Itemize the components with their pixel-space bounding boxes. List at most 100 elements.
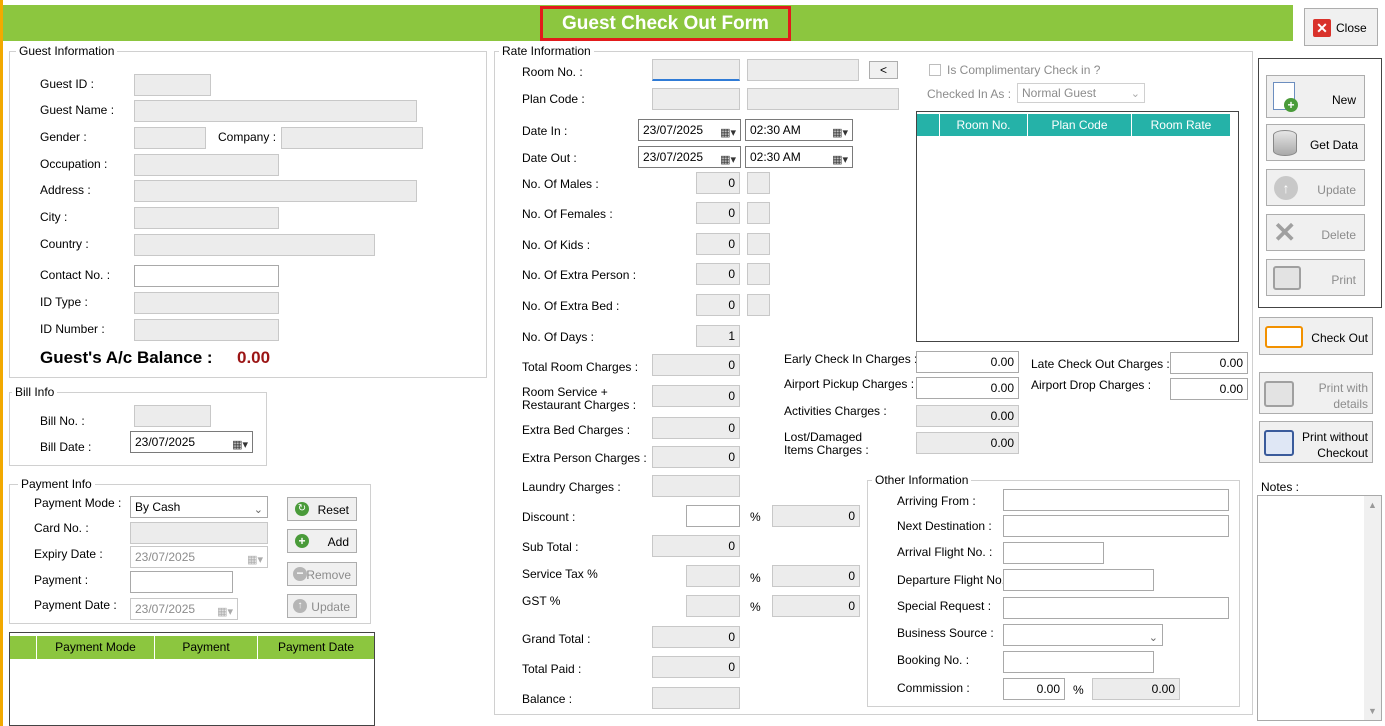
remove-payment-button[interactable]: − Remove — [287, 562, 357, 586]
guest-name-field[interactable] — [134, 100, 417, 122]
notes-scrollbar[interactable]: ▲ ▼ — [1364, 496, 1381, 720]
calendar-dropdown-icon[interactable]: ▦▾ — [832, 150, 848, 170]
expiry-date-picker[interactable]: 23/07/2025 ▦▾ — [130, 546, 268, 568]
address-field[interactable] — [134, 180, 417, 202]
arrival-flight-field[interactable] — [1003, 542, 1104, 564]
late-checkout-field[interactable]: 0.00 — [1170, 352, 1248, 374]
special-request-field[interactable] — [1003, 597, 1229, 619]
service-tax-percent-field[interactable] — [686, 565, 740, 587]
airport-pickup-field[interactable]: 0.00 — [916, 377, 1019, 399]
room-service-field[interactable]: 0 — [652, 385, 740, 407]
lost-damaged-label-1: Lost/Damaged — [784, 430, 863, 444]
laundry-field[interactable] — [652, 475, 740, 497]
commission-percent-field[interactable]: 0.00 — [1003, 678, 1065, 700]
gst-amount-field[interactable]: 0 — [772, 595, 860, 617]
extra-person-field[interactable]: 0 — [696, 263, 740, 285]
delete-button[interactable]: ✕ Delete — [1266, 214, 1365, 251]
close-button[interactable]: ✕ Close — [1304, 8, 1378, 46]
id-type-field[interactable] — [134, 292, 279, 314]
card-no-field[interactable] — [130, 522, 268, 544]
id-number-field[interactable] — [134, 319, 279, 341]
payment-grid-col-payment[interactable]: Payment — [154, 636, 257, 659]
activities-field[interactable]: 0.00 — [916, 405, 1019, 427]
service-tax-amount-field[interactable]: 0 — [772, 565, 860, 587]
plan-code-field[interactable] — [652, 88, 740, 110]
total-paid-field[interactable]: 0 — [652, 656, 740, 678]
total-room-field[interactable]: 0 — [652, 354, 740, 376]
print-label: Print — [1331, 273, 1356, 287]
print-without-checkout-button[interactable]: Print without Checkout — [1259, 421, 1373, 463]
gender-field[interactable] — [134, 127, 206, 149]
check-out-button[interactable]: Check Out — [1259, 317, 1373, 355]
guest-id-field[interactable] — [134, 74, 211, 96]
room-grid-col-rate[interactable]: Room Rate — [1131, 114, 1230, 136]
payment-grid-col-date[interactable]: Payment Date — [257, 636, 374, 659]
get-data-button[interactable]: Get Data — [1266, 124, 1365, 161]
bill-no-field[interactable] — [134, 405, 211, 427]
room-back-button[interactable]: < — [869, 61, 898, 79]
room-no-field[interactable] — [652, 59, 740, 81]
calendar-dropdown-icon[interactable]: ▦▾ — [247, 550, 263, 570]
arriving-from-field[interactable] — [1003, 489, 1229, 511]
commission-amount-field[interactable]: 0.00 — [1092, 678, 1180, 700]
reset-button[interactable]: ↻ Reset — [287, 497, 357, 521]
airport-drop-field[interactable]: 0.00 — [1170, 378, 1248, 400]
scroll-up-icon[interactable]: ▲ — [1368, 500, 1377, 510]
city-field[interactable] — [134, 207, 279, 229]
new-button[interactable]: + New — [1266, 75, 1365, 118]
extra-bed-field[interactable]: 0 — [696, 294, 740, 316]
company-field[interactable] — [281, 127, 423, 149]
lost-damaged-field[interactable]: 0.00 — [916, 432, 1019, 454]
occupation-field[interactable] — [134, 154, 279, 176]
males-field[interactable]: 0 — [696, 172, 740, 194]
extra-bed-label: No. Of Extra Bed : — [522, 299, 620, 313]
payment-mode-select[interactable]: By Cash ⌄ — [130, 496, 268, 518]
date-in-picker[interactable]: 23/07/2025 ▦▾ — [638, 119, 741, 141]
plan-name-field[interactable] — [747, 88, 899, 110]
country-field[interactable] — [134, 234, 375, 256]
date-out-picker[interactable]: 23/07/2025 ▦▾ — [638, 146, 741, 168]
room-grid-col-plan[interactable]: Plan Code — [1027, 114, 1131, 136]
payment-field[interactable] — [130, 571, 233, 593]
update-button[interactable]: ↑ Update — [1266, 169, 1365, 206]
room-name-field[interactable] — [747, 59, 859, 81]
next-destination-field[interactable] — [1003, 515, 1229, 537]
time-out-picker[interactable]: 02:30 AM ▦▾ — [745, 146, 853, 168]
notes-textarea[interactable]: ▲ ▼ — [1257, 495, 1382, 721]
update-payment-button[interactable]: ↑ Update — [287, 594, 357, 618]
calendar-dropdown-icon[interactable]: ▦▾ — [832, 123, 848, 143]
extra-person-charges-field[interactable]: 0 — [652, 446, 740, 468]
time-in-picker[interactable]: 02:30 AM ▦▾ — [745, 119, 853, 141]
bill-date-picker[interactable]: 23/07/2025 ▦▾ — [130, 431, 253, 453]
gst-percent-field[interactable] — [686, 595, 740, 617]
grand-total-field[interactable]: 0 — [652, 626, 740, 648]
contact-field[interactable] — [134, 265, 279, 287]
departure-flight-field[interactable] — [1003, 569, 1154, 591]
business-source-select[interactable]: ⌄ — [1003, 624, 1163, 646]
calendar-dropdown-icon[interactable]: ▦▾ — [720, 123, 736, 143]
extra-bed-charges-field[interactable]: 0 — [652, 417, 740, 439]
early-checkin-field[interactable]: 0.00 — [916, 351, 1019, 373]
service-tax-label: Service Tax % — [522, 567, 598, 581]
calendar-dropdown-icon[interactable]: ▦▾ — [217, 602, 233, 622]
room-grid[interactable] — [916, 111, 1239, 342]
print-button[interactable]: Print — [1266, 259, 1365, 296]
room-grid-col-room[interactable]: Room No. — [939, 114, 1027, 136]
payment-grid-col-mode[interactable]: Payment Mode — [36, 636, 154, 659]
add-payment-button[interactable]: + Add — [287, 529, 357, 553]
females-field[interactable]: 0 — [696, 202, 740, 224]
calendar-dropdown-icon[interactable]: ▦▾ — [720, 150, 736, 170]
complimentary-checkbox[interactable] — [929, 64, 941, 76]
discount-percent-field[interactable] — [686, 505, 740, 527]
payment-date-picker[interactable]: 23/07/2025 ▦▾ — [130, 598, 238, 620]
print-with-details-button[interactable]: Print with details — [1259, 372, 1373, 414]
discount-amount-field[interactable]: 0 — [772, 505, 860, 527]
scroll-down-icon[interactable]: ▼ — [1368, 706, 1377, 716]
balance-field[interactable] — [652, 687, 740, 709]
booking-no-field[interactable] — [1003, 651, 1154, 673]
sub-total-field[interactable]: 0 — [652, 535, 740, 557]
kids-field[interactable]: 0 — [696, 233, 740, 255]
checked-in-as-select[interactable]: Normal Guest ⌄ — [1017, 83, 1145, 103]
days-field[interactable]: 1 — [696, 325, 740, 347]
calendar-dropdown-icon[interactable]: ▦▾ — [232, 435, 248, 455]
